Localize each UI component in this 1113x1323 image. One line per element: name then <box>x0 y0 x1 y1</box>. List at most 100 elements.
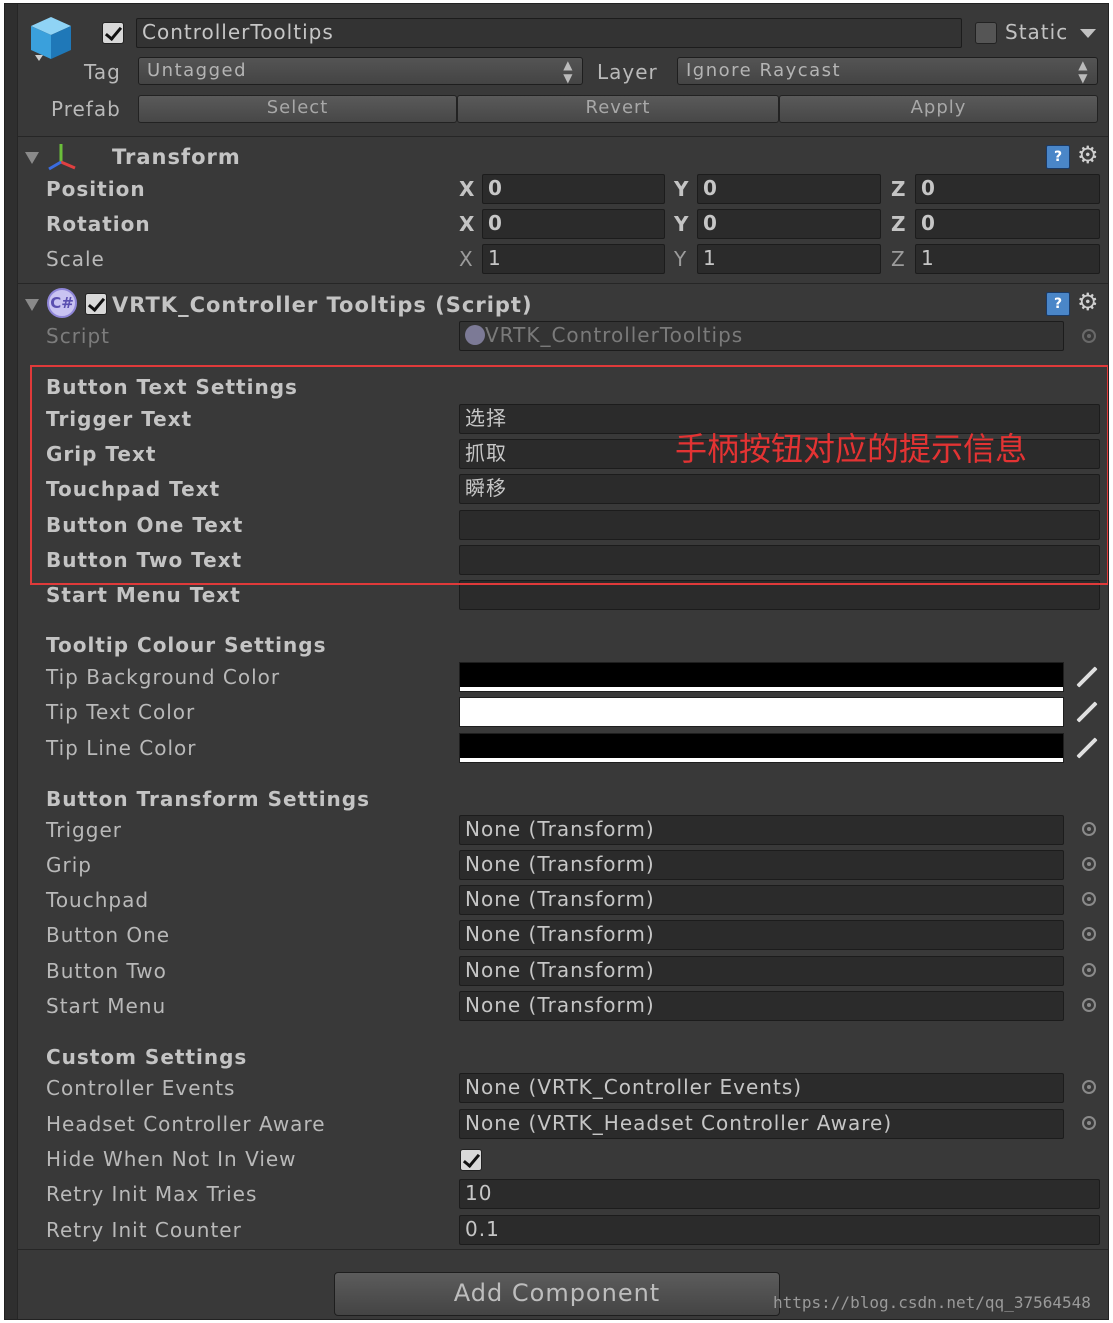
button-one-transform-field[interactable]: None (Transform) <box>459 920 1064 950</box>
tag-value: Untagged <box>147 60 248 81</box>
layer-label: Layer <box>597 60 658 84</box>
gear-icon[interactable]: ⚙ <box>1077 143 1101 167</box>
prefab-select-button[interactable]: Select <box>138 95 457 123</box>
object-picker-icon[interactable] <box>1082 1116 1096 1130</box>
layer-dropdown[interactable]: Ignore Raycast ▲ ▼ <box>677 57 1098 85</box>
x-axis-label[interactable]: X <box>459 246 473 272</box>
headset-controller-aware-field[interactable]: None (VRTK_Headset Controller Aware) <box>459 1109 1064 1139</box>
trigger-transform-field[interactable]: None (Transform) <box>459 815 1064 845</box>
scale-y-input[interactable]: 1 <box>697 244 881 274</box>
static-dropdown-arrow-icon[interactable] <box>1080 29 1096 38</box>
object-picker-icon[interactable] <box>1082 1080 1096 1094</box>
y-axis-label[interactable]: Y <box>674 211 688 237</box>
touchpad-transform-field[interactable]: None (Transform) <box>459 885 1064 915</box>
updown-arrows-icon: ▲ ▼ <box>1078 58 1089 85</box>
z-axis-label[interactable]: Z <box>891 246 905 272</box>
custom-settings-header: Custom Settings <box>46 1045 248 1069</box>
prefab-revert-button[interactable]: Revert <box>457 95 779 123</box>
tag-dropdown[interactable]: Untagged ▲ ▼ <box>138 57 583 85</box>
y-axis-label[interactable]: Y <box>674 176 688 202</box>
touchpad-transform-label: Touchpad <box>46 888 150 912</box>
grip-transform-field[interactable]: None (Transform) <box>459 850 1064 880</box>
position-x-input[interactable]: 0 <box>482 174 665 204</box>
static-label: Static <box>1005 20 1069 44</box>
controller-events-field[interactable]: None (VRTK_Controller Events) <box>459 1073 1064 1103</box>
script-label: Script <box>46 324 111 348</box>
updown-arrows-icon: ▲ ▼ <box>563 58 574 85</box>
gameobject-cube-icon <box>31 17 71 61</box>
x-axis-label[interactable]: X <box>459 211 474 237</box>
headset-controller-aware-label: Headset Controller Aware <box>46 1112 326 1136</box>
grip-transform-label: Grip <box>46 853 92 877</box>
tip-line-color-label: Tip Line Color <box>46 736 197 760</box>
tip-text-color-swatch[interactable] <box>459 697 1064 727</box>
hide-when-not-in-view-checkbox[interactable] <box>460 1149 482 1171</box>
inspector-panel: ControllerTooltips Static Tag Untagged ▲… <box>4 3 1109 1320</box>
prefab-apply-button[interactable]: Apply <box>779 95 1098 123</box>
divider <box>18 283 1108 284</box>
retry-init-max-tries-label: Retry Init Max Tries <box>46 1182 258 1206</box>
object-picker-icon[interactable] <box>1082 927 1096 941</box>
scale-x-input[interactable]: 1 <box>482 244 665 274</box>
divider <box>18 1249 1108 1250</box>
annotation-text: 手柄按钮对应的提示信息 <box>675 430 1028 468</box>
tip-background-color-swatch[interactable] <box>459 662 1064 692</box>
rotation-y-input[interactable]: 0 <box>697 209 881 239</box>
object-picker-icon[interactable] <box>1082 857 1096 871</box>
script-foldout-icon[interactable] <box>25 299 39 311</box>
tip-line-color-swatch[interactable] <box>459 733 1064 763</box>
controller-events-label: Controller Events <box>46 1076 236 1100</box>
object-name-input[interactable]: ControllerTooltips <box>136 18 962 48</box>
active-checkbox[interactable] <box>102 22 124 44</box>
position-y-input[interactable]: 0 <box>697 174 881 204</box>
button-two-transform-label: Button Two <box>46 959 167 983</box>
start-menu-transform-field[interactable]: None (Transform) <box>459 991 1064 1021</box>
watermark-text: https://blog.csdn.net/qq_37564548 <box>773 1293 1091 1312</box>
button-one-transform-label: Button One <box>46 923 171 947</box>
gear-icon[interactable]: ⚙ <box>1077 290 1101 314</box>
tag-label: Tag <box>84 60 121 84</box>
retry-init-max-tries-input[interactable]: 10 <box>459 1179 1100 1209</box>
transform-foldout-icon[interactable] <box>25 152 39 164</box>
script-enabled-checkbox[interactable] <box>85 293 107 315</box>
y-axis-label[interactable]: Y <box>674 246 686 272</box>
object-picker-icon[interactable] <box>1082 892 1096 906</box>
x-axis-label[interactable]: X <box>459 176 474 202</box>
layer-value: Ignore Raycast <box>686 60 842 81</box>
script-component-title: VRTK_Controller Tooltips (Script) <box>112 293 533 317</box>
static-checkbox[interactable] <box>975 22 997 44</box>
highlight-box <box>30 365 1108 585</box>
rotation-x-input[interactable]: 0 <box>482 209 665 239</box>
eyedropper-icon[interactable] <box>1073 664 1099 690</box>
scale-label: Scale <box>46 247 105 271</box>
trigger-transform-label: Trigger <box>46 818 122 842</box>
scale-z-input[interactable]: 1 <box>915 244 1100 274</box>
divider <box>18 136 1108 137</box>
eyedropper-icon[interactable] <box>1073 735 1099 761</box>
eyedropper-icon[interactable] <box>1073 699 1099 725</box>
object-picker-icon[interactable] <box>1082 822 1096 836</box>
help-icon[interactable]: ? <box>1046 145 1070 169</box>
z-axis-label[interactable]: Z <box>891 211 906 237</box>
object-picker-icon[interactable] <box>1082 963 1096 977</box>
object-picker-icon[interactable] <box>1082 998 1096 1012</box>
help-icon[interactable]: ? <box>1046 292 1070 316</box>
tooltip-colour-settings-header: Tooltip Colour Settings <box>46 633 327 657</box>
object-picker-icon <box>1082 329 1096 343</box>
tip-background-color-label: Tip Background Color <box>46 665 281 689</box>
rotation-label: Rotation <box>46 212 151 236</box>
z-axis-label[interactable]: Z <box>891 176 906 202</box>
transform-axes-icon <box>48 144 76 171</box>
retry-init-counter-label: Retry Init Counter <box>46 1218 242 1242</box>
start-menu-transform-label: Start Menu <box>46 994 167 1018</box>
script-file-icon <box>465 325 485 345</box>
transform-title: Transform <box>112 145 241 169</box>
inspector-left-gutter <box>5 4 18 1319</box>
retry-init-counter-input[interactable]: 0.1 <box>459 1215 1100 1245</box>
add-component-button[interactable]: Add Component <box>334 1272 780 1316</box>
position-z-input[interactable]: 0 <box>915 174 1100 204</box>
button-two-transform-field[interactable]: None (Transform) <box>459 956 1064 986</box>
prefab-label: Prefab <box>51 97 121 121</box>
rotation-z-input[interactable]: 0 <box>915 209 1100 239</box>
tip-text-color-label: Tip Text Color <box>46 700 196 724</box>
